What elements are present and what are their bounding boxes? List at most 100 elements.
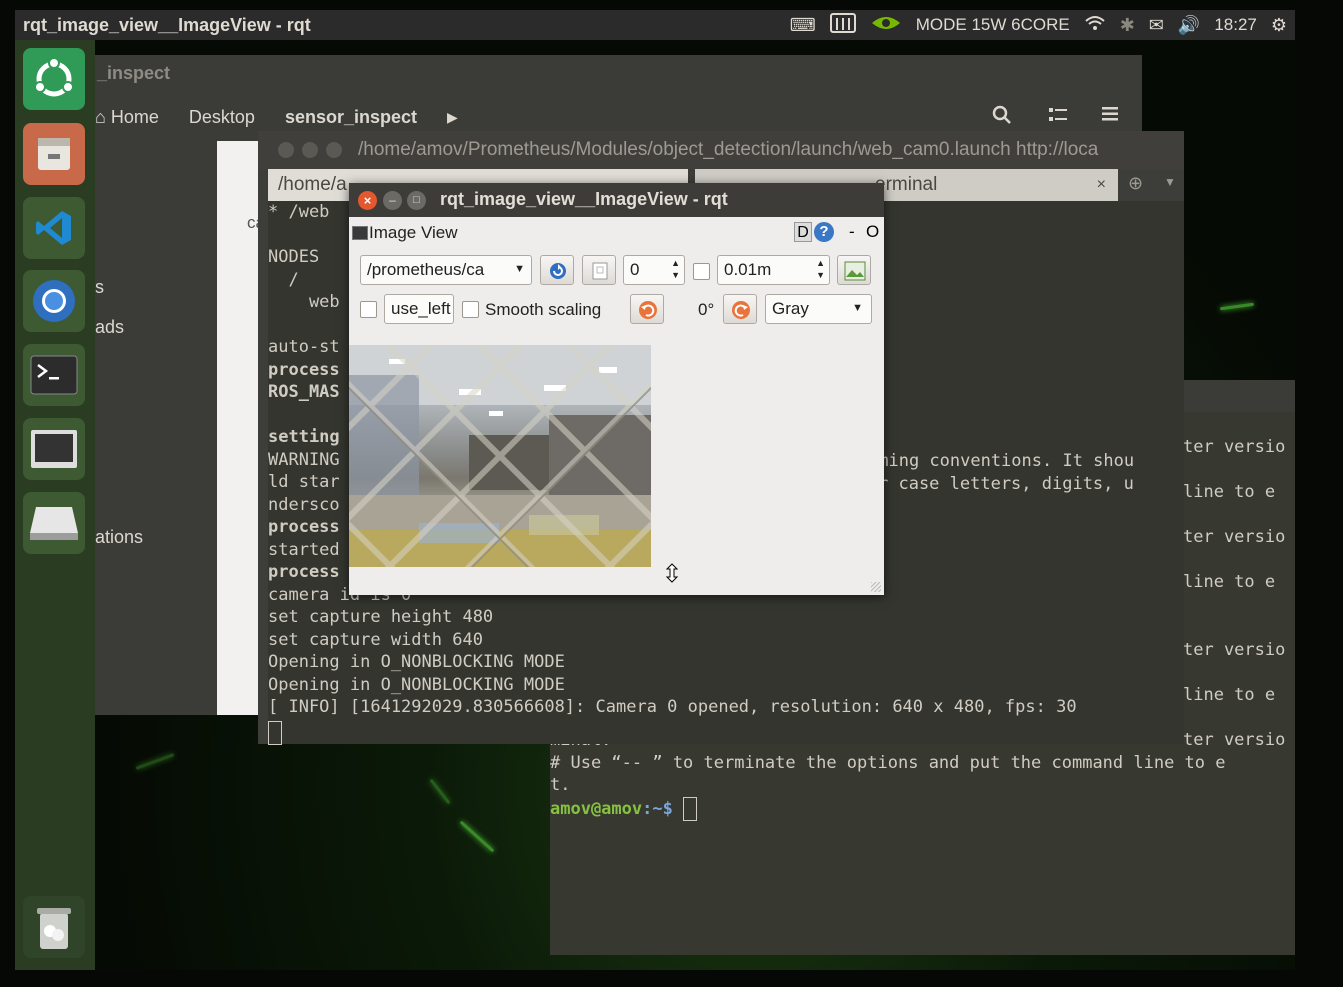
max-range-input[interactable]: 0.01m ▲ ▼ [717,255,830,285]
terminal2-line-fragment [1183,504,1295,527]
active-window-title: rqt_image_view__ImageView - rqt [23,15,311,35]
terminal2-line: t. [550,775,571,795]
nvidia-icon[interactable] [870,13,902,38]
terminal2-line-fragment [1183,594,1295,617]
terminal2-line-fragment [1183,459,1295,482]
sidebar-item-documents[interactable]: s [95,277,104,298]
resize-grip[interactable] [871,582,881,592]
terminal-line: r case letters, digits, u [878,473,1134,494]
topic-select-value: /prometheus/ca [367,260,485,279]
minimize-button[interactable]: – [383,191,402,210]
mail-icon[interactable]: ✉ [1149,15,1164,36]
spin-arrows-icon[interactable]: ▲ ▼ [816,257,825,281]
clock[interactable]: 18:27 [1214,15,1257,35]
rotate-right-button[interactable] [723,294,757,324]
refresh-button[interactable] [540,255,574,285]
rqt-image-view-window: × – □ rqt_image_view__ImageView - rqt Im… [349,183,884,595]
terminal-line: [ INFO] [1641292029.830566608]: Camera 0… [268,697,1077,717]
trash-icon[interactable] [23,896,85,958]
terminal2-output-right: ter versio line to e ter versio line to … [1183,436,1295,751]
terminal2-line-fragment [1183,706,1295,729]
breadcrumb-home[interactable]: ⌂ Home [95,107,174,128]
mouse-topic-input[interactable]: use_left [384,294,454,324]
terminal2-prompt[interactable]: amov@amov:~$ [550,796,1226,821]
sidebar-item-other-locations[interactable]: ations [95,527,143,548]
wallpaper-streak [429,778,451,805]
sidebar-item-downloads[interactable]: ads [95,317,124,338]
files-icon[interactable] [23,123,85,185]
rotate-right-icon [732,301,750,319]
spin-arrows-icon[interactable]: ▲ ▼ [671,257,680,281]
breadcrumb-forward-icon[interactable]: ▶ [432,109,473,126]
camera-image[interactable] [349,345,651,567]
breadcrumb-sensor-inspect[interactable]: sensor_inspect [270,107,432,128]
launcher [15,40,95,970]
spin-box[interactable]: 0 ▲ ▼ [623,255,685,285]
spin-box-value: 0 [630,260,640,279]
tab-close-icon[interactable]: × [1097,169,1106,201]
terminal2-line-fragment: ter versio [1183,527,1286,547]
breadcrumb-desktop[interactable]: Desktop [174,107,270,128]
terminal2-line-fragment: ter versio [1183,639,1286,660]
new-tab-icon[interactable]: ⊕ [1128,173,1143,194]
color-scheme-value: Gray [772,299,809,318]
image-icon [844,261,866,281]
terminal2-line-fragment [1183,661,1295,684]
smooth-scaling-checkbox[interactable] [462,301,479,318]
terminal1-minimize-button[interactable] [302,142,318,158]
mouse-publish-checkbox[interactable] [360,301,377,318]
terminal1-close-button[interactable] [278,142,294,158]
bluetooth-icon[interactable]: ✱ [1120,15,1135,36]
dock-minimize-button[interactable]: - [849,222,855,242]
vscode-icon[interactable] [23,197,85,259]
terminal2-cursor [683,796,698,821]
monitor-app-icon[interactable] [23,418,85,480]
dock-close-button[interactable]: O [866,222,879,242]
maximize-button[interactable]: □ [407,191,426,210]
terminal2-line-fragment: line to e [1183,684,1276,705]
wallpaper-streak [1219,302,1255,311]
smooth-scaling-label[interactable]: Smooth scaling [485,300,601,320]
plugin-icon [352,226,368,240]
top-panel: rqt_image_view__ImageView - rqt ⌨ MODE 1… [15,10,1295,40]
chevron-down-icon: ▼ [514,263,525,275]
terminal1-cursor [268,721,282,745]
home-icon: ⌂ [95,106,111,127]
system-monitor-icon[interactable] [829,12,856,38]
search-icon[interactable] [992,105,1012,130]
rqt-window-title: rqt_image_view__ImageView - rqt [440,189,728,209]
volume-icon[interactable]: 🔊 [1178,15,1200,36]
rotation-label: 0° [698,300,715,319]
wifi-icon[interactable] [1084,14,1106,37]
prompt-user: amov@amov [550,798,643,819]
rqt-titlebar[interactable]: × – □ rqt_image_view__ImageView - rqt [349,183,884,217]
mouse-topic-value: use_left [391,299,451,318]
terminal2-line-fragment: line to e [1183,572,1276,592]
rotate-left-button[interactable] [630,294,664,324]
dock-d-button[interactable]: D [794,222,812,242]
removable-drive-icon[interactable] [23,492,85,554]
menu-icon[interactable] [1102,107,1118,126]
dynamic-range-checkbox[interactable] [693,263,710,280]
help-icon[interactable]: ? [814,222,834,242]
terminal1-maximize-button[interactable] [326,142,342,158]
topic-select[interactable]: /prometheus/ca ▼ [360,255,532,285]
terminal1-titlebar[interactable]: /home/amov/Prometheus/Modules/object_det… [258,131,1184,169]
terminal-line: Opening in O_NONBLOCKING MODE [268,652,565,672]
color-scheme-select[interactable]: Gray ▼ [765,294,872,324]
keyboard-icon[interactable]: ⌨ [790,15,816,36]
view-list-icon[interactable] [1049,107,1067,128]
fit-image-button[interactable] [837,255,871,285]
power-mode-label[interactable]: MODE 15W 6CORE [916,15,1070,35]
save-snapshot-button[interactable] [582,255,616,285]
ubuntu-dash-icon[interactable] [23,48,85,110]
indicator-area: ⌨ MODE 15W 6CORE ✱ ✉ 🔊 18:27 ⚙ [790,10,1295,40]
settings-gear-icon[interactable]: ⚙ [1271,15,1287,36]
terminal-line: Opening in O_NONBLOCKING MODE [268,674,565,695]
close-button[interactable]: × [358,191,377,210]
terminal-icon[interactable] [23,344,85,406]
chromium-icon[interactable] [23,270,85,332]
tab-menu-chevron-icon[interactable]: ▼ [1164,175,1176,189]
files-sidebar: s ads ations [95,141,217,715]
terminal2-line-fragment [1183,616,1295,639]
